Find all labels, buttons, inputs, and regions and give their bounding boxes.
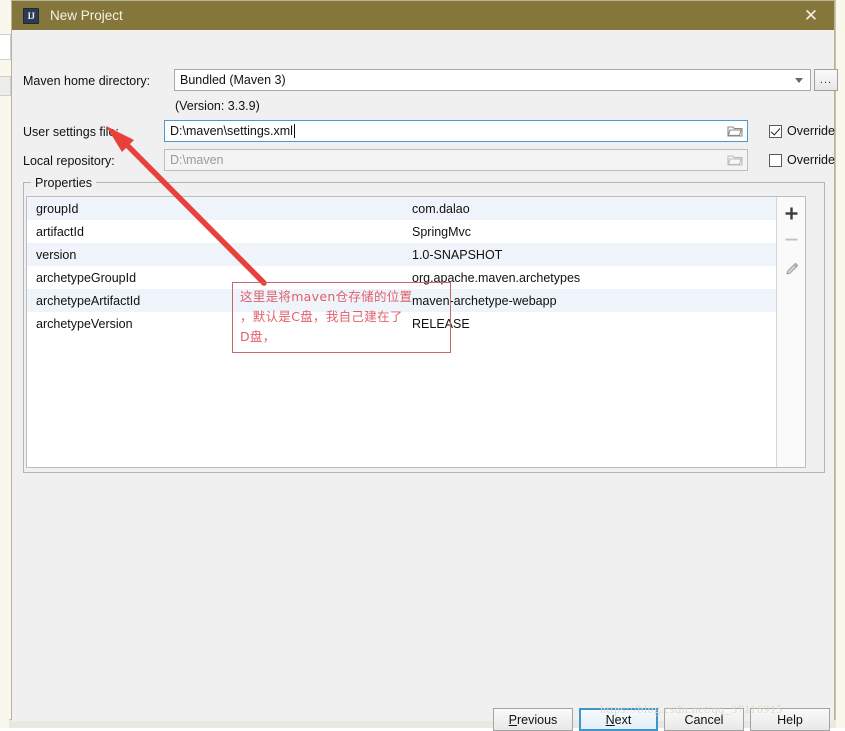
local-repository-override-checkbox[interactable]: Override (769, 153, 835, 167)
user-settings-file-value: D:\maven\settings.xml (170, 124, 293, 138)
table-row[interactable]: groupId com.dalao (27, 197, 776, 220)
maven-home-directory-combobox[interactable]: Bundled (Maven 3) (174, 69, 811, 91)
plus-icon (785, 207, 797, 219)
property-value: SpringMvc (412, 224, 472, 239)
maven-home-directory-label: Maven home directory: (23, 74, 151, 88)
remove-property-button[interactable] (781, 229, 801, 249)
local-repository-override-label: Override (787, 153, 835, 167)
user-settings-file-input[interactable]: D:\maven\settings.xml (164, 120, 748, 142)
ide-left-tool-tab-secondary[interactable] (0, 76, 11, 96)
edit-property-button[interactable] (781, 259, 801, 279)
annotation-line-3: D盘， (240, 329, 276, 344)
annotation-textbox: 这里是将maven仓存储的位置 ，默认是C盘，我自己建在了 D盘， (232, 282, 451, 353)
properties-group-legend: Properties (31, 176, 96, 190)
pencil-icon (785, 262, 798, 275)
checkbox-unchecked-icon (769, 153, 782, 167)
local-repository-value: D:\maven (170, 153, 224, 167)
user-settings-override-checkbox[interactable]: Override (769, 124, 835, 138)
text-caret (293, 124, 295, 138)
close-icon[interactable]: ✕ (788, 1, 834, 30)
add-property-button[interactable] (781, 203, 801, 223)
previous-button-label: revious (517, 712, 558, 727)
folder-icon[interactable] (727, 153, 743, 167)
properties-toolbar (776, 197, 805, 467)
chevron-down-icon (795, 78, 803, 83)
table-row[interactable]: artifactId SpringMvc (27, 220, 776, 243)
maven-home-directory-value: Bundled (Maven 3) (180, 73, 286, 87)
user-settings-file-label: User settings file: (23, 125, 119, 139)
dialog-titlebar: IJ New Project ✕ (12, 1, 834, 30)
local-repository-input[interactable]: D:\maven (164, 149, 748, 171)
property-value: RELEASE (412, 316, 470, 331)
property-key: groupId (36, 201, 79, 216)
local-repository-label: Local repository: (23, 154, 115, 168)
property-value: com.dalao (412, 201, 470, 216)
folder-icon[interactable] (727, 124, 743, 138)
dialog-body: Maven home directory: Bundled (Maven 3) … (12, 30, 838, 731)
checkbox-checked-icon (769, 124, 782, 138)
ide-right-toolwindow-strip (835, 0, 845, 728)
property-key: artifactId (36, 224, 84, 239)
maven-home-browse-button[interactable]: ... (814, 69, 838, 91)
maven-version-note: (Version: 3.3.9) (175, 99, 260, 113)
ide-left-tool-tab[interactable] (0, 34, 11, 60)
annotation-line-2: ，默认是C盘，我自己建在了 (240, 309, 403, 324)
minus-icon (785, 238, 797, 240)
dialog-title: New Project (50, 8, 123, 23)
property-value: 1.0-SNAPSHOT (412, 247, 503, 262)
property-value: org.apache.maven.archetypes (412, 270, 581, 285)
annotation-line-1: 这里是将maven仓存储的位置 (240, 289, 413, 304)
user-settings-override-label: Override (787, 124, 835, 138)
intellij-idea-icon: IJ (23, 7, 39, 24)
watermark-text: https://blog.csdn.net/qq_37116915 (600, 702, 783, 716)
property-key: version (36, 247, 77, 262)
property-value: maven-archetype-webapp (412, 293, 557, 308)
previous-button-mnemonic: P (508, 712, 518, 727)
new-project-dialog: IJ New Project ✕ Maven home directory: B… (11, 0, 838, 731)
table-row[interactable]: version 1.0-SNAPSHOT (27, 243, 776, 266)
